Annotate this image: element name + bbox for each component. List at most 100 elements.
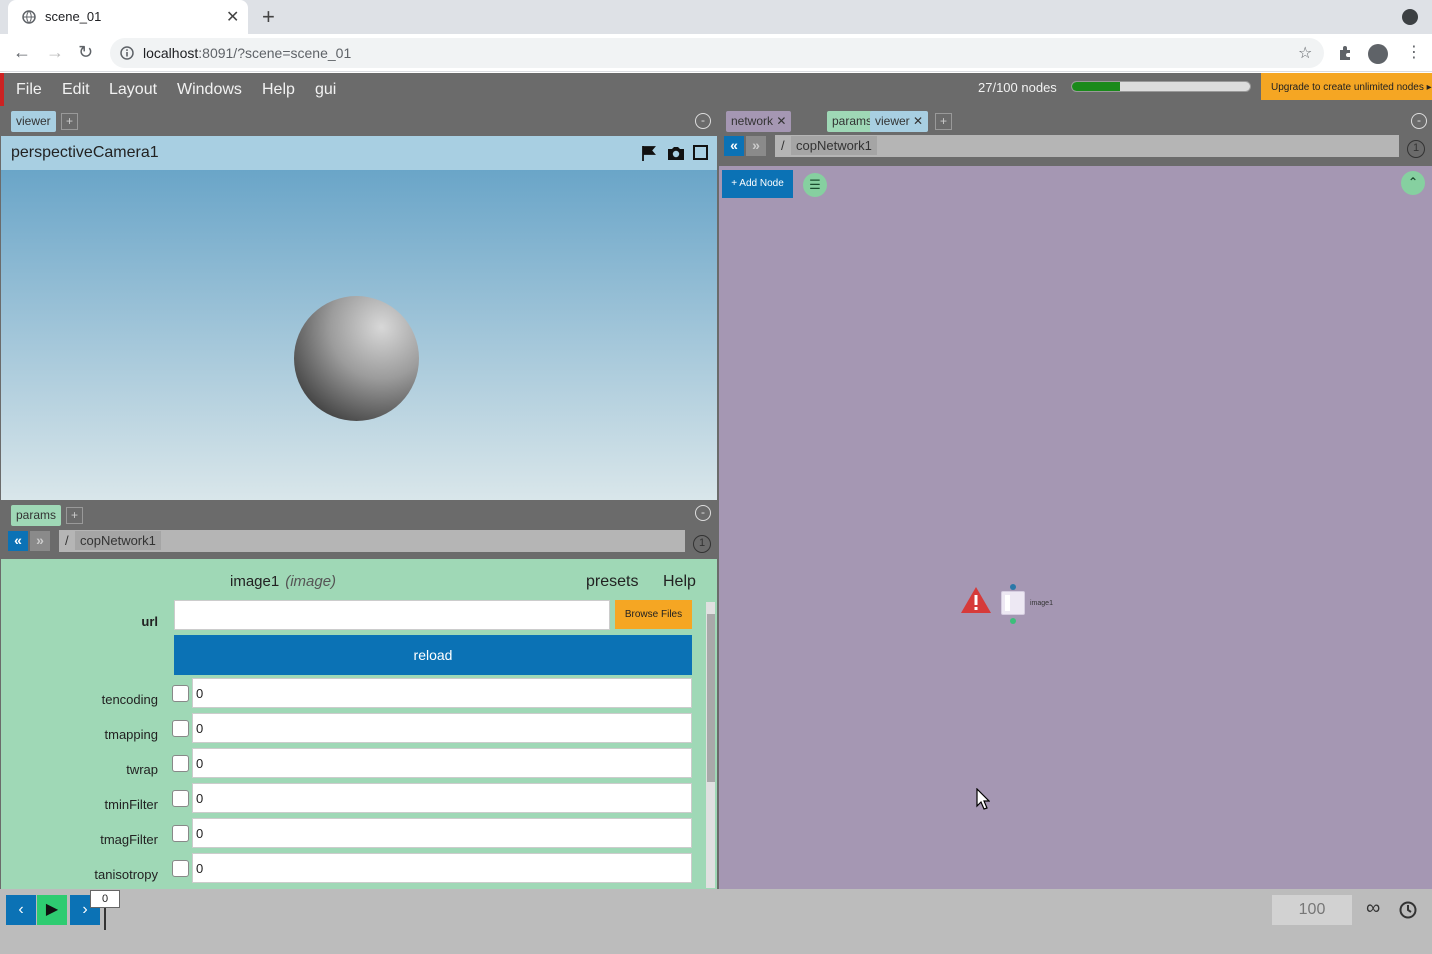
network-canvas[interactable]: + Add Node ☰ ⌃ image1 [719,166,1432,890]
back-nav-icon[interactable]: « [8,531,28,551]
loop-icon[interactable]: ∞ [1366,897,1380,920]
previous-frame-button[interactable]: ‹ [6,895,36,925]
profile-avatar-icon[interactable] [1368,44,1388,64]
bookmark-star-icon[interactable]: ☆ [1298,43,1312,63]
sphere-object [294,296,419,421]
path-root: / [781,138,785,153]
param-label-tanisotropy: tanisotropy [94,867,158,882]
globe-icon [22,10,36,24]
browser-tabstrip: scene_01 ✕ + [0,0,1432,34]
back-nav-icon[interactable]: « [724,136,744,156]
reload-icon[interactable]: ↻ [78,42,93,63]
param-checkbox-tmapping[interactable] [172,720,189,737]
path-root: / [65,533,69,548]
param-label-tmapping: tmapping [104,727,158,742]
path-level-badge: 1 [693,535,711,553]
tab-search-icon[interactable] [1402,9,1418,25]
fullscreen-icon[interactable] [693,145,708,160]
forward-icon[interactable]: → [46,42,64,63]
flag-icon[interactable] [641,145,657,161]
reload-button[interactable]: reload [174,635,692,675]
menu-layout[interactable]: Layout [109,81,157,99]
param-checkbox-tmagfilter[interactable] [172,825,189,842]
extensions-icon[interactable] [1337,45,1353,61]
forward-nav-icon[interactable]: » [30,531,50,551]
param-input-tanisotropy[interactable]: 0 [192,853,692,883]
collapse-panel-button[interactable]: - [1411,113,1427,129]
url-input[interactable] [174,600,610,630]
tab-viewer[interactable]: viewer ✕ [870,111,929,132]
menu-edit[interactable]: Edit [62,81,90,99]
info-icon[interactable] [120,46,134,60]
forward-nav-icon[interactable]: » [746,136,766,156]
clock-icon[interactable] [1399,901,1417,919]
camera-icon[interactable] [667,145,685,161]
mouse-cursor-icon [976,788,990,810]
param-label-tencoding: tencoding [101,692,158,707]
param-label-tminfilter: tminFilter [104,797,158,812]
tab-network[interactable]: network ✕ [726,111,792,132]
param-input-tencoding[interactable]: 0 [192,678,692,708]
node-output-port[interactable] [1010,618,1016,624]
add-tab-button[interactable]: + [935,113,952,130]
tab-params[interactable]: params [11,505,62,526]
param-checkbox-tencoding[interactable] [172,685,189,702]
presets-button[interactable]: presets [586,573,638,591]
param-checkbox-twrap[interactable] [172,755,189,772]
end-frame-input[interactable]: 100 [1272,895,1352,925]
browser-tab[interactable]: scene_01 ✕ [8,0,248,34]
node-usage-bar [1071,81,1251,92]
param-label-twrap: twrap [126,762,158,777]
tab-params-label: params [832,114,873,128]
upgrade-button[interactable]: Upgrade to create unlimited nodes ▸ [1261,73,1432,100]
node-flag[interactable] [1005,595,1010,611]
chevron-up-icon[interactable]: ⌃ [1401,171,1425,195]
path-node[interactable]: copNetwork1 [75,531,161,550]
address-bar[interactable]: localhost:8091/?scene=scene_01 ☆ [110,38,1324,68]
browser-menu-icon[interactable]: ⋮ [1406,42,1422,62]
params-scrollbar[interactable] [706,602,715,888]
play-button[interactable]: ▶ [37,895,67,925]
help-button[interactable]: Help [663,573,696,591]
param-input-tmagfilter[interactable]: 0 [192,818,692,848]
param-checkbox-tminfilter[interactable] [172,790,189,807]
tab-viewer-label: viewer [875,114,910,128]
scrollbar-thumb[interactable] [707,614,715,782]
list-icon[interactable]: ☰ [803,173,827,197]
status-bar [0,930,1432,954]
tab-viewer[interactable]: viewer [11,111,56,132]
path-field[interactable]: / copNetwork1 [775,135,1399,157]
collapse-panel-button[interactable]: - [695,113,711,129]
close-tab-icon[interactable]: ✕ [226,7,239,27]
new-tab-icon[interactable]: + [262,4,275,30]
param-checkbox-tanisotropy[interactable] [172,860,189,877]
param-input-tmapping[interactable]: 0 [192,713,692,743]
path-node[interactable]: copNetwork1 [791,136,877,155]
node-usage-fill [1072,82,1121,91]
node-input-port[interactable] [1010,584,1016,590]
menu-help[interactable]: Help [262,81,295,99]
playhead[interactable] [104,906,106,930]
warning-icon [961,587,991,613]
network-panel: network ✕ params ✕ viewer ✕ + - « » / co… [719,108,1432,954]
close-tab-icon[interactable]: ✕ [776,114,786,128]
menu-gui[interactable]: gui [315,81,336,99]
add-node-button[interactable]: + Add Node [722,170,793,198]
menu-windows[interactable]: Windows [177,81,242,99]
back-icon[interactable]: ← [13,42,31,63]
add-tab-button[interactable]: + [66,507,83,524]
param-input-tminfilter[interactable]: 0 [192,783,692,813]
menu-file[interactable]: File [16,81,42,99]
node-count: 27/100 nodes [978,80,1057,95]
param-input-twrap[interactable]: 0 [192,748,692,778]
path-field[interactable]: / copNetwork1 [59,530,685,552]
collapse-panel-button[interactable]: - [695,505,711,521]
image1-node[interactable] [1001,591,1025,615]
add-tab-button[interactable]: + [61,113,78,130]
close-tab-icon[interactable]: ✕ [913,114,923,128]
3d-viewport[interactable] [1,170,717,500]
viewer-header: perspectiveCamera1 [1,136,717,170]
path-level-badge: 1 [1407,140,1425,158]
browse-files-button[interactable]: Browse Files [615,600,692,629]
node-label: image1 [1030,600,1053,607]
